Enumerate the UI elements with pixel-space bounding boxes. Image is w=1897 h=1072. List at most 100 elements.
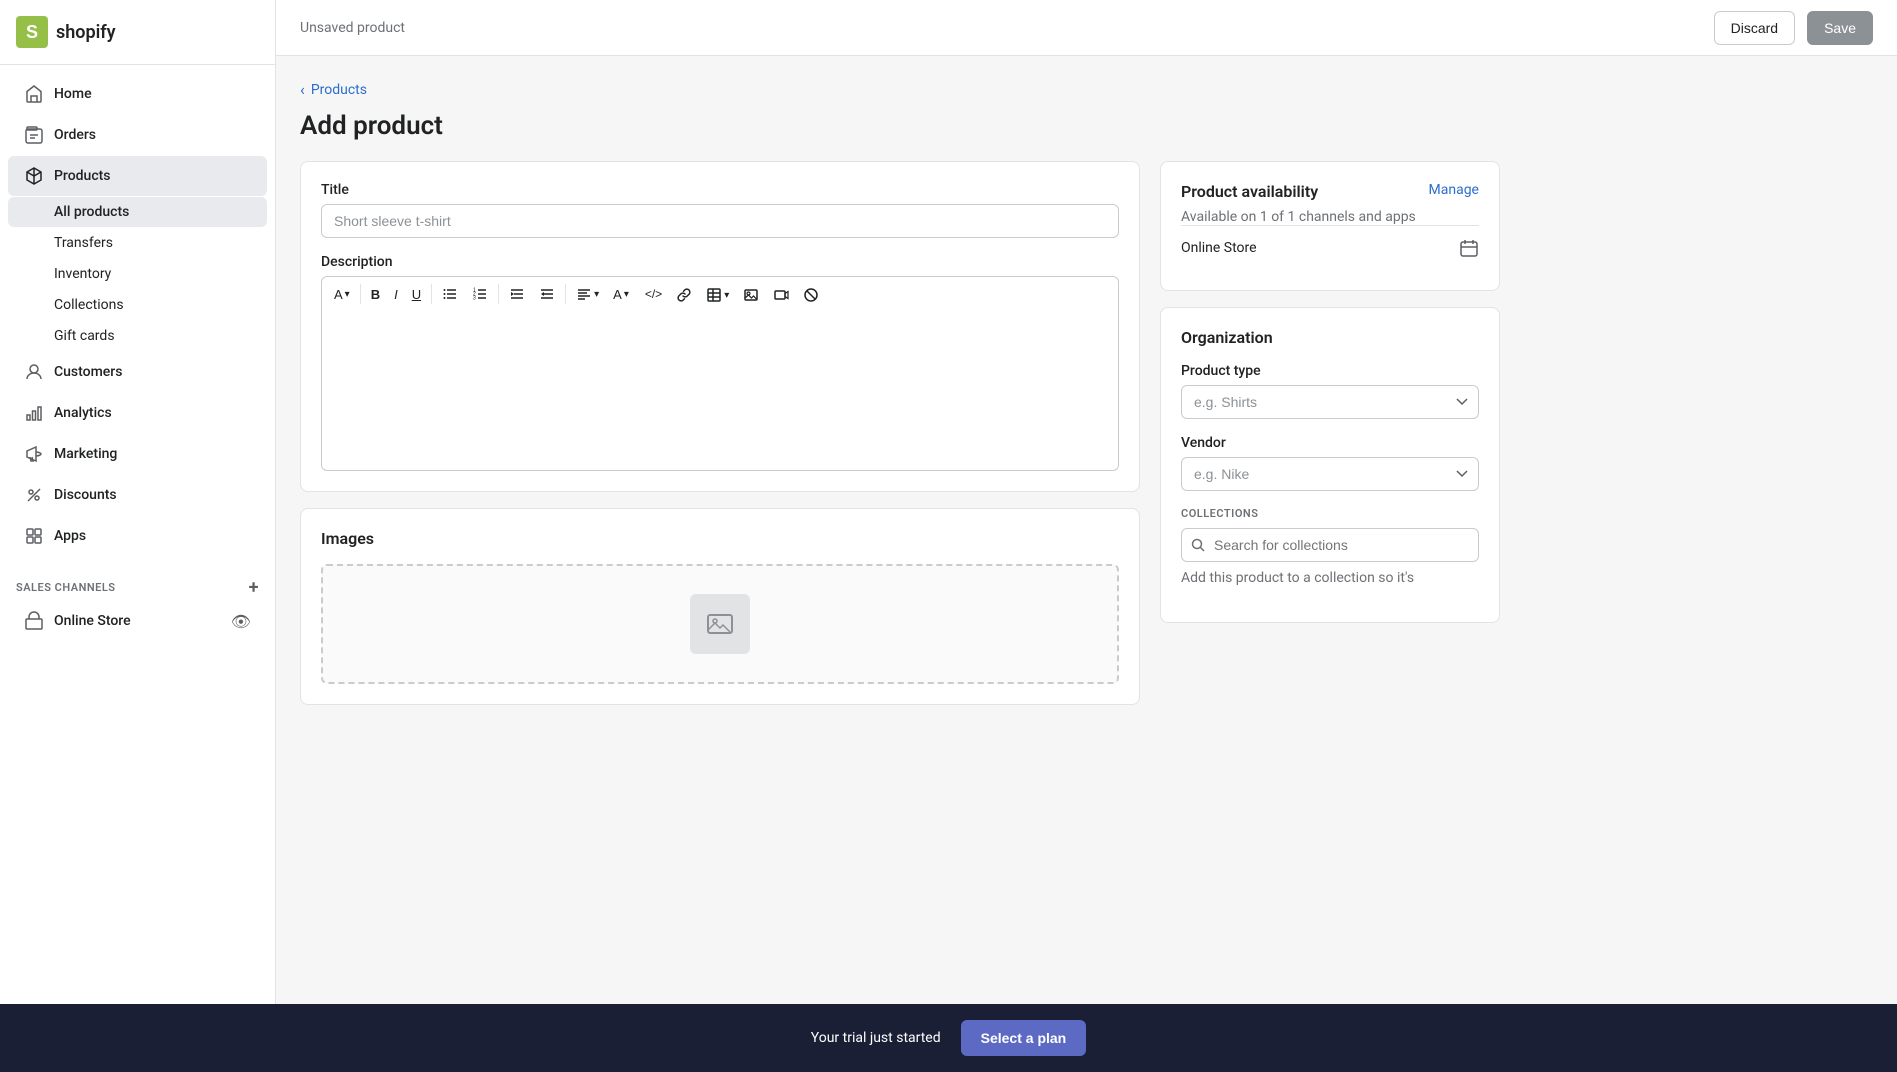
manage-link[interactable]: Manage [1429,182,1479,198]
ordered-list-btn[interactable]: 123 [466,282,494,306]
collections-sub-text: Add this product to a collection so it's [1181,570,1479,586]
italic-btn[interactable]: I [388,283,404,306]
sidebar-item-label: Marketing [54,446,117,462]
sidebar-item-analytics[interactable]: Analytics [8,393,267,433]
search-icon [1191,538,1205,552]
sidebar-item-orders[interactable]: Orders [8,115,267,155]
svg-text:S: S [26,22,38,42]
discard-button[interactable]: Discard [1714,11,1795,45]
sidebar-sub-collections[interactable]: Collections [8,290,267,320]
text-color-btn[interactable]: A ▾ [607,283,635,306]
sidebar-item-label: Orders [54,127,96,143]
bold-btn[interactable]: B [365,283,386,306]
topbar-title: Unsaved product [300,20,405,36]
sidebar-item-products[interactable]: Products [8,156,267,196]
trial-text: Your trial just started [811,1030,941,1046]
sidebar-sub-all-products[interactable]: All products [8,197,267,227]
divider [498,284,499,304]
indent-btn[interactable] [503,282,531,306]
marketing-icon [24,444,44,464]
font-format-btn[interactable]: A ▾ [328,283,356,306]
sidebar-item-online-store[interactable]: Online Store 👁 [8,603,267,639]
sidebar-sub-inventory[interactable]: Inventory [8,259,267,289]
sidebar-sub-transfers[interactable]: Transfers [8,228,267,258]
online-store-channel-label: Online Store [1181,240,1257,256]
availability-title: Product availability [1181,182,1318,201]
topbar-actions: Discard Save [1714,11,1873,45]
sidebar-item-label: Analytics [54,405,112,421]
collections-search-wrapper [1181,528,1479,562]
availability-card: Product availability Manage Available on… [1160,161,1500,291]
logo: S shopify [0,0,275,65]
image-btn[interactable] [737,283,765,307]
left-column: Title Description A ▾ [300,161,1140,721]
underline-btn[interactable]: U [406,283,427,306]
home-icon [24,84,44,104]
description-editor[interactable] [321,311,1119,471]
code-view-btn[interactable]: </> [639,283,668,305]
editor-toolbar: A ▾ B I U [321,276,1119,311]
add-channel-icon[interactable]: + [249,577,259,598]
images-drop-zone[interactable] [321,564,1119,684]
save-button[interactable]: Save [1807,11,1873,45]
store-icon [24,611,44,631]
collections-group: Collections Add this product to a collec… [1181,507,1479,586]
sidebar-item-label: Discounts [54,487,117,503]
availability-header: Product availability Manage [1181,182,1479,201]
svg-text:3: 3 [473,296,476,302]
text-align-btn[interactable]: ▾ [570,282,605,306]
sidebar-item-customers[interactable]: Customers [8,352,267,392]
eye-icon[interactable]: 👁 [231,612,251,631]
product-type-group: Product type e.g. Shirts [1181,363,1479,419]
availability-subtitle: Available on 1 of 1 channels and apps [1181,209,1479,225]
online-store-label: Online Store [54,613,131,629]
select-plan-button[interactable]: Select a plan [961,1020,1087,1056]
images-title: Images [321,529,1119,548]
calendar-icon[interactable] [1459,238,1479,258]
right-column: Product availability Manage Available on… [1160,161,1500,721]
divider [565,284,566,304]
orders-icon [24,125,44,145]
vendor-select[interactable]: e.g. Nike [1181,457,1479,491]
apps-icon [24,526,44,546]
link-btn[interactable] [670,283,698,307]
title-input[interactable] [321,204,1119,238]
sidebar-item-label: Apps [54,528,86,544]
images-card: Images [300,508,1140,705]
breadcrumb-label: Products [311,82,367,98]
sidebar-item-home[interactable]: Home [8,74,267,114]
unordered-list-btn[interactable] [436,282,464,306]
toolbar-row-1: A ▾ B I U [328,282,668,306]
sidebar-item-apps[interactable]: Apps [8,516,267,556]
description-label: Description [321,254,1119,270]
title-label: Title [321,182,1119,198]
sidebar-item-marketing[interactable]: Marketing [8,434,267,474]
analytics-icon [24,403,44,423]
organization-card: Organization Product type e.g. Shirts Ve… [1160,307,1500,623]
content-grid: Title Description A ▾ [300,161,1500,721]
no-format-btn[interactable] [797,283,825,307]
sidebar: S shopify Home Orders [0,0,276,1072]
sidebar-item-label: Home [54,86,92,102]
video-btn[interactable] [767,283,795,307]
sidebar-sub-gift-cards[interactable]: Gift cards [8,321,267,351]
sidebar-item-label: Customers [54,364,122,380]
sidebar-item-discounts[interactable]: Discounts [8,475,267,515]
sales-channels-header: Sales Channels + [0,565,275,602]
product-details-card: Title Description A ▾ [300,161,1140,492]
product-type-select[interactable]: e.g. Shirts [1181,385,1479,419]
topbar: Unsaved product Discard Save [276,0,1897,56]
chevron-left-icon: ‹ [300,80,305,99]
toolbar-row-2: ▾ [670,283,825,307]
shopify-logo-icon: S [16,16,48,48]
discounts-icon [24,485,44,505]
organization-title: Organization [1181,328,1479,347]
collections-search-input[interactable] [1181,528,1479,562]
sales-channels-label: Sales Channels [16,581,116,594]
products-icon [24,166,44,186]
content-area: ‹ Products Add product Title Description [276,56,1897,1072]
outdent-btn[interactable] [533,282,561,306]
vendor-group: Vendor e.g. Nike [1181,435,1479,491]
table-btn[interactable]: ▾ [700,283,735,307]
breadcrumb[interactable]: ‹ Products [300,80,1873,99]
